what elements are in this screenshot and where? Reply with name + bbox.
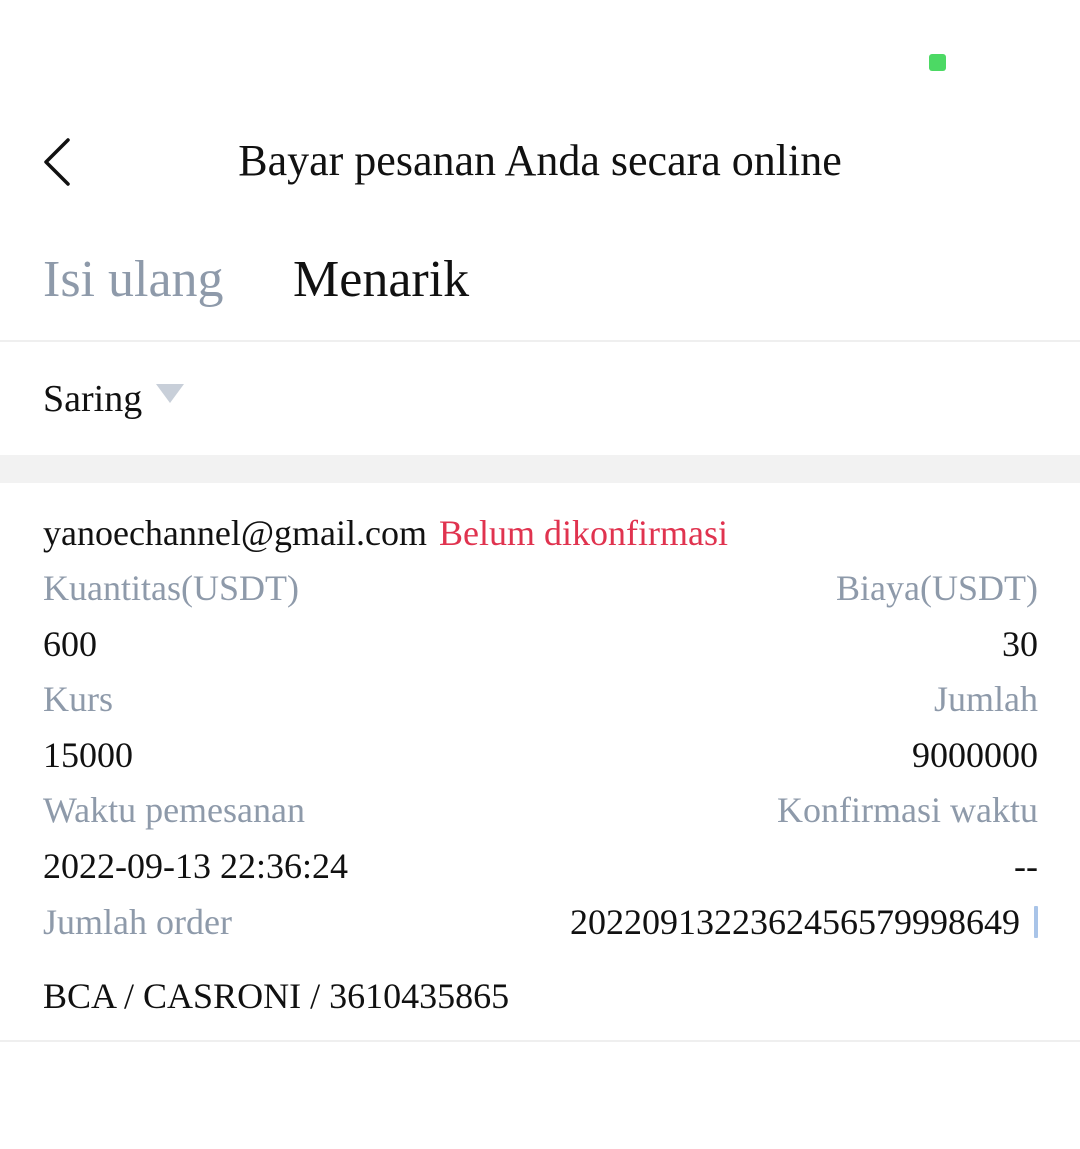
bank-account-info: BCA / CASRONI / 3610435865 bbox=[43, 976, 510, 1017]
amount-label: Jumlah bbox=[934, 679, 1038, 720]
order-time-label: Waktu pemesanan bbox=[43, 790, 306, 831]
divider bbox=[0, 1040, 1080, 1042]
section-separator bbox=[0, 455, 1080, 483]
caret-down-icon bbox=[156, 383, 185, 403]
fee-label: Biaya(USDT) bbox=[836, 568, 1038, 608]
confirm-time-label: Konfirmasi waktu bbox=[777, 790, 1038, 831]
tab-top-up[interactable]: Isi ulang bbox=[43, 248, 224, 312]
quantity-label: Kuantitas(USDT) bbox=[43, 568, 299, 608]
order-time-value: 2022-09-13 22:36:24 bbox=[43, 845, 348, 886]
page-title: Bayar pesanan Anda secara online bbox=[238, 136, 842, 185]
status-indicator-dot bbox=[929, 54, 946, 71]
order-number-value: 202209132236245657999864​9 bbox=[570, 901, 1020, 942]
rate-label: Kurs bbox=[43, 679, 113, 720]
filter-dropdown[interactable]: Saring bbox=[43, 374, 185, 424]
amount-value: 9000000 bbox=[912, 734, 1038, 775]
account-email: yanoechannel@gmail.com bbox=[43, 513, 428, 553]
order-number-label: Jumlah order bbox=[43, 901, 232, 942]
quantity-value: 600 bbox=[43, 623, 97, 664]
divider bbox=[0, 340, 1080, 342]
order-number: 202209132236245657999864​9 bbox=[570, 895, 1038, 951]
tab-withdraw[interactable]: Menarik bbox=[293, 248, 469, 312]
transaction-record[interactable]: yanoechannel@gmail.com Belum dikonfirmasi… bbox=[43, 505, 1038, 1024]
filter-label: Saring bbox=[43, 378, 143, 420]
rate-value: 15000 bbox=[43, 734, 133, 775]
fee-value: 30 bbox=[1002, 623, 1038, 664]
status-badge: Belum dikonfirmasi bbox=[439, 513, 728, 553]
copy-icon[interactable] bbox=[1034, 906, 1038, 939]
confirm-time-value: -- bbox=[1014, 845, 1038, 886]
